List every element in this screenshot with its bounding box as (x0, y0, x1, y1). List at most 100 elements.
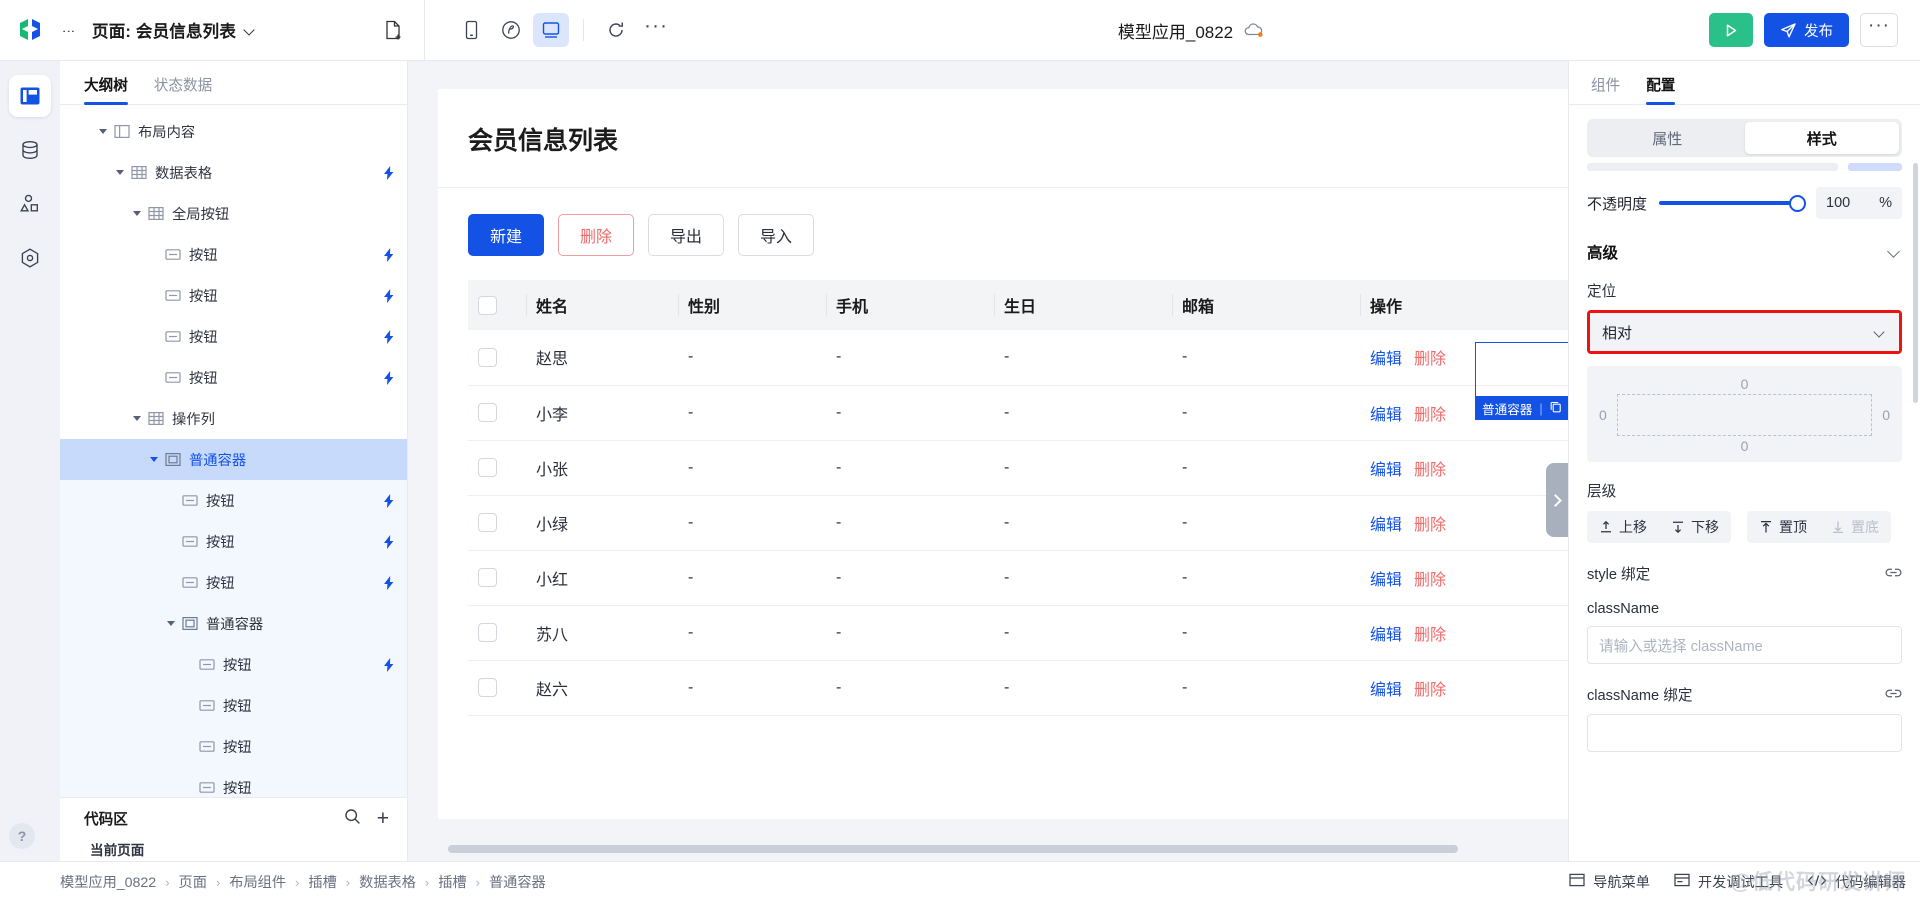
tree-node[interactable]: 按钮 (60, 275, 407, 316)
run-preview-button[interactable] (1709, 13, 1753, 47)
tree-node[interactable]: 布局内容 (60, 111, 407, 152)
canvas-horizontal-scrollbar[interactable] (438, 845, 1568, 853)
rail-item-settings[interactable] (9, 237, 51, 279)
row-checkbox[interactable] (478, 403, 497, 422)
row-checkbox[interactable] (478, 513, 497, 532)
canvas-button-plain[interactable]: 导出 (648, 214, 724, 256)
tree-node[interactable]: 操作列 (60, 398, 407, 439)
row-delete-link[interactable]: 删除 (1414, 517, 1446, 534)
offset-top[interactable]: 0 (1741, 374, 1749, 394)
tree-node[interactable]: 按钮 (60, 316, 407, 357)
plus-icon[interactable]: + (377, 808, 389, 829)
tree-node[interactable]: 按钮 (60, 357, 407, 398)
table-row[interactable]: 小张 - - - - 编辑 删除 (468, 440, 1568, 496)
select-all-checkbox[interactable] (478, 295, 497, 315)
offset-bottom[interactable]: 0 (1741, 436, 1749, 456)
breadcrumb-item[interactable]: 插槽 (308, 872, 336, 892)
tree-node[interactable]: 按钮 (60, 234, 407, 275)
tab-components[interactable]: 组件 (1591, 74, 1620, 104)
row-delete-link[interactable]: 删除 (1414, 407, 1446, 424)
bottom-action-code[interactable]: 代码编辑器 (1807, 872, 1906, 892)
move-up-button[interactable]: 上移 (1587, 511, 1659, 543)
row-checkbox[interactable] (478, 458, 497, 477)
rail-item-components[interactable] (9, 183, 51, 225)
tree-node[interactable]: 全局按钮 (60, 193, 407, 234)
breadcrumb-item[interactable]: 布局组件 (229, 872, 286, 892)
segment-properties[interactable]: 属性 (1590, 122, 1745, 154)
row-delete-link[interactable]: 删除 (1414, 572, 1446, 589)
right-panel-scrollbar[interactable] (1913, 163, 1918, 403)
canvas-button-primary[interactable]: 新建 (468, 214, 544, 256)
tree-node[interactable]: 按钮 (60, 644, 407, 685)
row-delete-link[interactable]: 删除 (1414, 682, 1446, 699)
link-icon[interactable] (1885, 565, 1902, 583)
tree-node[interactable]: 普通容器 (60, 603, 407, 644)
app-menu-dots[interactable]: ⋮ (60, 25, 78, 35)
tab-configuration[interactable]: 配置 (1646, 74, 1676, 105)
row-edit-link[interactable]: 编辑 (1370, 682, 1402, 699)
tree-node[interactable]: 按钮 (60, 521, 407, 562)
breadcrumb-item[interactable]: 数据表格 (359, 872, 416, 892)
breadcrumb-item[interactable]: 普通容器 (489, 872, 546, 892)
advanced-section-header[interactable]: 高级 (1587, 241, 1902, 263)
rail-item-database[interactable] (9, 129, 51, 171)
bottom-action-nav-menu[interactable]: 导航菜单 (1569, 872, 1650, 892)
cloud-sync-icon[interactable] (1243, 21, 1265, 39)
offset-left[interactable]: 0 (1599, 405, 1607, 425)
breadcrumb-item[interactable]: 页面 (179, 872, 207, 892)
tree-node[interactable]: 按钮 (60, 480, 407, 521)
table-row[interactable]: 赵思 - - - - 编辑 删除 (468, 330, 1568, 386)
move-down-button[interactable]: 下移 (1659, 511, 1731, 543)
tree-node[interactable]: 按钮 (60, 767, 407, 797)
row-checkbox[interactable] (478, 347, 497, 367)
tree-node[interactable]: 按钮 (60, 562, 407, 603)
caret-expanded-icon[interactable] (163, 621, 179, 626)
table-row[interactable]: 小李 - - - - 编辑 删除 (468, 385, 1568, 441)
top-more-button[interactable]: ··· (1860, 13, 1898, 47)
row-checkbox[interactable] (478, 678, 497, 697)
bottom-action-debug-tool[interactable]: 开发调试工具 (1674, 872, 1783, 892)
chevron-down-icon[interactable] (1888, 245, 1902, 259)
tab-outline-tree[interactable]: 大纲树 (84, 74, 128, 105)
page-selector[interactable]: 页面: 会员信息列表 (78, 0, 425, 61)
code-area-first-item[interactable]: 当前页面 (90, 839, 407, 859)
link-icon[interactable] (1885, 686, 1902, 704)
refresh-button[interactable] (598, 13, 634, 47)
opacity-value-box[interactable]: 100 % (1816, 187, 1902, 219)
segment-styles[interactable]: 样式 (1744, 122, 1899, 154)
publish-button[interactable]: 发布 (1764, 13, 1849, 47)
row-delete-link[interactable]: 删除 (1414, 627, 1446, 644)
copy-icon[interactable] (1550, 401, 1562, 416)
row-delete-link[interactable]: 删除 (1414, 462, 1446, 479)
app-logo[interactable] (0, 17, 60, 43)
opacity-slider-knob[interactable] (1789, 194, 1806, 212)
row-edit-link[interactable]: 编辑 (1370, 517, 1402, 534)
row-edit-link[interactable]: 编辑 (1370, 462, 1402, 479)
breadcrumb-item[interactable]: 插槽 (438, 872, 466, 892)
caret-expanded-icon[interactable] (112, 170, 128, 175)
opacity-slider[interactable] (1659, 194, 1806, 212)
new-page-button[interactable] (378, 15, 408, 45)
table-row[interactable]: 小红 - - - - 编辑 删除 (468, 550, 1568, 606)
more-tools-button[interactable]: ··· (638, 13, 674, 47)
caret-expanded-icon[interactable] (129, 211, 145, 216)
class-name-input[interactable]: 请输入或选择 className (1587, 626, 1902, 664)
tree-node[interactable]: 按钮 (60, 685, 407, 726)
canvas-button-danger[interactable]: 删除 (558, 214, 634, 256)
rail-item-layout[interactable] (9, 75, 51, 117)
caret-expanded-icon[interactable] (129, 416, 145, 421)
row-edit-link[interactable]: 编辑 (1370, 627, 1402, 644)
row-edit-link[interactable]: 编辑 (1370, 407, 1402, 424)
tab-state-data[interactable]: 状态数据 (154, 74, 212, 104)
tree-node[interactable]: 普通容器 (60, 439, 407, 480)
caret-expanded-icon[interactable] (146, 457, 162, 462)
class-name-binding-input[interactable] (1587, 714, 1902, 752)
table-row[interactable]: 赵六 - - - - 编辑 删除 (468, 660, 1568, 716)
canvas-button-plain[interactable]: 导入 (738, 214, 814, 256)
bring-to-front-button[interactable]: 置顶 (1747, 511, 1819, 543)
desktop-preview-button[interactable] (533, 13, 569, 47)
table-row[interactable]: 苏八 - - - - 编辑 删除 (468, 605, 1568, 661)
position-select[interactable]: 相对 (1590, 313, 1899, 351)
offset-right[interactable]: 0 (1882, 405, 1890, 425)
row-checkbox[interactable] (478, 623, 497, 642)
